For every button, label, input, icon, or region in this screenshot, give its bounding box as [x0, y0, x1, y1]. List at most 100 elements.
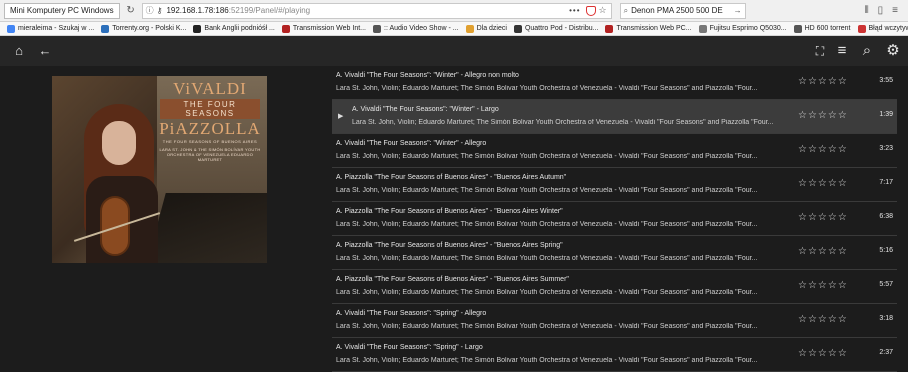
home-icon[interactable]: ⌂ [11, 43, 27, 59]
track-row[interactable]: A. Piazzolla "The Four Seasons of Buenos… [332, 270, 897, 304]
track-artist-album: Lara St. John, Violin; Eduardo Marturet;… [336, 221, 758, 228]
track-row[interactable]: A. Vivaldi "The Four Seasons": "Winter" … [332, 134, 897, 168]
cover-piano [147, 193, 267, 263]
key-icon: ⚷ [156, 6, 163, 15]
cover-text: ViVALDI THE FOUR SEASONS PiAZZOLLA THE F… [156, 79, 264, 163]
cover-credits: LARA ST. JOHN & THE SIMÓN BOLÍVAR YOUTH … [159, 147, 261, 162]
search-box[interactable]: ⌕ Denon PMA 2500 500 DE → [619, 2, 746, 19]
cover-subtitle: THE FOUR SEASONS OF BUENOS AIRES [162, 139, 258, 144]
track-artist-album: Lara St. John, Violin; Eduardo Marturet;… [336, 357, 758, 364]
track-title: A. Vivaldi "The Four Seasons": "Winter" … [352, 106, 499, 113]
rating-stars[interactable]: ☆☆☆☆☆ [798, 76, 848, 87]
track-title: A. Piazzolla "The Four Seasons of Buenos… [336, 174, 567, 181]
app-header: ⌂ ← ⛶ ≡ ⌕ ⚙ [0, 36, 908, 66]
menu-icon[interactable]: ≡ [892, 5, 898, 16]
reload-icon[interactable]: ↻ [124, 4, 138, 18]
track-row[interactable]: A. Piazzolla "The Four Seasons of Buenos… [332, 236, 897, 270]
rating-stars[interactable]: ☆☆☆☆☆ [798, 110, 848, 121]
search-input-value: Denon PMA 2500 500 DE [631, 6, 723, 15]
track-title: A. Piazzolla "The Four Seasons of Buenos… [336, 208, 563, 215]
track-row[interactable]: A. Piazzolla "The Four Seasons of Buenos… [332, 202, 897, 236]
bookmark-label: Transmission Web PC... [616, 25, 692, 32]
track-title: A. Vivaldi "The Four Seasons": "Spring" … [336, 344, 483, 351]
bookmark-item[interactable]: Błąd wczytywania stro... [857, 24, 908, 33]
bookmark-item[interactable]: Fujitsu Esprimo Q5030... [698, 24, 787, 33]
bookmark-item[interactable]: Bank Anglii podnióśł ... [193, 24, 275, 33]
cover-vivaldi: ViVALDI [173, 79, 247, 98]
track-row[interactable]: A. Vivaldi "The Four Seasons": "Winter" … [332, 66, 897, 100]
bookmark-favicon-icon [513, 24, 522, 33]
track-duration: 7:17 [879, 179, 893, 186]
bookmark-favicon-icon [605, 24, 614, 33]
track-duration: 3:55 [879, 77, 893, 84]
track-duration: 5:57 [879, 281, 893, 288]
bookmark-favicon-icon [465, 24, 474, 33]
url-path: :52199/Panel/#/playing [228, 6, 311, 15]
track-title: A. Piazzolla "The Four Seasons of Buenos… [336, 242, 563, 249]
bookmark-item[interactable]: HD 600 torrent [793, 24, 851, 33]
track-row[interactable]: A. Vivaldi "The Four Seasons": "Spring" … [332, 338, 897, 372]
bookmark-item[interactable]: Dla dzieci [465, 24, 507, 33]
track-artist-album: Lara St. John, Violin; Eduardo Marturet;… [336, 153, 758, 160]
bookmark-item[interactable]: Transmission Web PC... [605, 24, 692, 33]
pocket-icon[interactable] [585, 5, 596, 16]
sidebar-icon[interactable]: ▯ [878, 5, 884, 16]
track-artist-album: Lara St. John, Violin; Eduardo Marturet;… [336, 255, 758, 262]
track-row[interactable]: A. Piazzolla "The Four Seasons of Buenos… [332, 168, 897, 202]
url-host: 192.168.1.78:186 [166, 6, 229, 15]
info-icon: ⓘ [145, 6, 154, 15]
browser-tab[interactable]: Mini Komputery PC Windows [4, 2, 120, 19]
bookmark-item[interactable]: Transmission Web Int... [281, 24, 366, 33]
address-bar[interactable]: ⓘ ⚷ 192.168.1.78:186 :52199/Panel/#/play… [141, 2, 612, 19]
bookmark-favicon-icon [373, 24, 381, 33]
bookmark-star-icon[interactable]: ☆ [599, 5, 607, 16]
bookmark-label: :: Audio Video Show - ... [384, 25, 459, 32]
bookmarks-bar: mieraleima - Szukaj w ... Torrenty.org - … [0, 22, 908, 36]
bookmark-item[interactable]: Quattro Pod - Distribu... [513, 24, 599, 33]
search-go-icon[interactable]: → [731, 6, 745, 15]
bookmark-label: Quattro Pod - Distribu... [524, 25, 599, 32]
bookmark-label: HD 600 torrent [804, 25, 851, 32]
rating-stars[interactable]: ☆☆☆☆☆ [798, 314, 848, 325]
track-duration: 5:16 [879, 247, 893, 254]
bookmark-label: Błąd wczytywania stro... [868, 25, 908, 32]
rating-stars[interactable]: ☆☆☆☆☆ [798, 280, 848, 291]
queue-icon[interactable]: ≡ [834, 43, 850, 59]
bookmark-item[interactable]: mieraleima - Szukaj w ... [7, 24, 95, 33]
track-row-playing[interactable]: ▶ A. Vivaldi "The Four Seasons": "Winter"… [332, 100, 897, 134]
rating-stars[interactable]: ☆☆☆☆☆ [798, 144, 848, 155]
cover-piazzolla: PiAZZOLLA [159, 119, 261, 138]
album-cover: ViVALDI THE FOUR SEASONS PiAZZOLLA THE F… [52, 76, 267, 263]
track-title: A. Vivaldi "The Four Seasons": "Winter" … [336, 72, 519, 79]
bookmark-item[interactable]: :: Audio Video Show - ... [373, 24, 459, 33]
bookmark-item[interactable]: Torrenty.org - Polski K... [101, 24, 186, 33]
track-row[interactable]: A. Vivaldi "The Four Seasons": "Spring" … [332, 304, 897, 338]
rating-stars[interactable]: ☆☆☆☆☆ [798, 348, 848, 359]
browser-toolbar: Mini Komputery PC Windows ↻ ⓘ ⚷ 192.168.… [0, 0, 908, 22]
bookmark-favicon-icon [281, 24, 290, 33]
track-duration: 6:38 [879, 213, 893, 220]
rating-stars[interactable]: ☆☆☆☆☆ [798, 212, 848, 223]
page-actions-icon[interactable]: ••• [569, 6, 580, 15]
track-title: A. Vivaldi "The Four Seasons": "Winter" … [336, 140, 487, 147]
bookmark-label: Fujitsu Esprimo Q5030... [709, 25, 787, 32]
bookmark-favicon-icon [793, 24, 802, 33]
track-title: A. Piazzolla "The Four Seasons of Buenos… [336, 276, 569, 283]
library-icon[interactable]: ⫴ [864, 5, 868, 16]
track-duration: 2:37 [879, 349, 893, 356]
fullscreen-icon[interactable]: ⛶ [812, 43, 828, 59]
search-icon: ⌕ [623, 5, 629, 15]
search-icon[interactable]: ⌕ [859, 43, 875, 59]
track-artist-album: Lara St. John, Violin; Eduardo Marturet;… [336, 289, 758, 296]
track-title: A. Vivaldi "The Four Seasons": "Spring" … [336, 310, 487, 317]
back-arrow-icon[interactable]: ← [37, 43, 53, 59]
now-playing-icon: ▶ [338, 113, 344, 120]
bookmark-label: mieraleima - Szukaj w ... [18, 25, 95, 32]
bookmark-favicon-icon [7, 24, 15, 33]
settings-gear-icon[interactable]: ⚙ [885, 43, 901, 59]
track-artist-album: Lara St. John, Violin; Eduardo Marturet;… [336, 323, 758, 330]
cover-four-seasons: THE FOUR SEASONS [160, 99, 260, 119]
track-artist-album: Lara St. John, Violin; Eduardo Marturet;… [336, 187, 758, 194]
rating-stars[interactable]: ☆☆☆☆☆ [798, 246, 848, 257]
rating-stars[interactable]: ☆☆☆☆☆ [798, 178, 848, 189]
